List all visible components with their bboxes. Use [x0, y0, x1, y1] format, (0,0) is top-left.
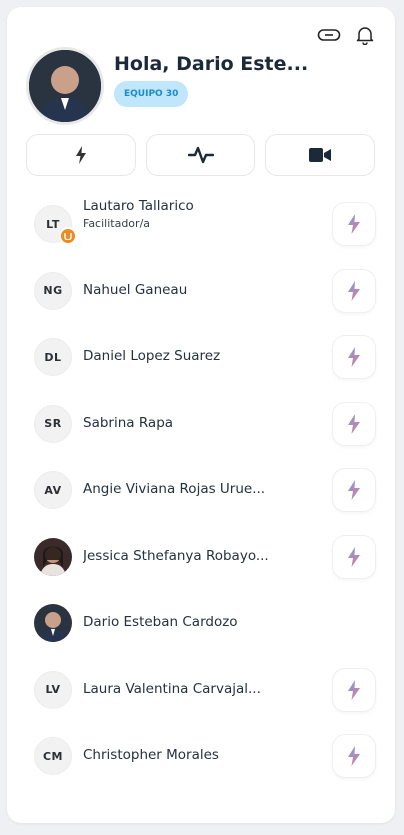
- lightning-icon: [348, 746, 360, 766]
- lightning-icon: [75, 146, 86, 164]
- avatar: [34, 604, 72, 642]
- avatar: AV: [34, 471, 72, 509]
- list-item[interactable]: LV Laura Valentina Carvajal...: [7, 658, 395, 725]
- avatar: [34, 537, 72, 576]
- list-item[interactable]: AV Angie Viviana Rojas Urue...: [7, 458, 395, 525]
- avatar: SR: [34, 404, 72, 443]
- lightning-button[interactable]: [333, 269, 375, 312]
- lightning-button[interactable]: [333, 402, 375, 445]
- facilitator-badge-icon: [59, 227, 77, 245]
- user-avatar[interactable]: [26, 47, 104, 125]
- avatar: DL: [34, 338, 72, 376]
- lightning-button[interactable]: [333, 203, 375, 245]
- lightning-icon: [348, 413, 360, 434]
- lightning-icon: [348, 546, 360, 567]
- lightning-button[interactable]: [333, 535, 375, 578]
- greeting-title: Hola, Dario Este...: [114, 53, 309, 75]
- video-camera-icon: [309, 148, 332, 162]
- lightning-icon: [348, 679, 360, 700]
- list-item[interactable]: DL Daniel Lopez Suarez: [7, 325, 395, 392]
- avatar: NG: [34, 271, 72, 310]
- lightning-icon: [348, 347, 360, 367]
- avatar: CM: [34, 737, 72, 775]
- member-name: Jessica Sthefanya Robayo...: [83, 547, 269, 564]
- list-item[interactable]: LT Lautaro Tallarico Facilitador/a: [7, 192, 395, 259]
- top-actions: [317, 23, 377, 47]
- team-card: Hola, Dario Este... EQUIPO 30 LT Lautaro…: [7, 7, 395, 823]
- member-name: Daniel Lopez Suarez: [83, 348, 221, 364]
- list-item[interactable]: SR Sabrina Rapa: [7, 392, 395, 459]
- bell-icon[interactable]: [353, 23, 377, 47]
- member-name: Sabrina Rapa: [83, 414, 174, 431]
- member-name: Dario Esteban Cardozo: [83, 614, 238, 630]
- action-bar: [26, 134, 376, 176]
- lightning-icon: [348, 214, 360, 234]
- lightning-button[interactable]: [333, 735, 375, 777]
- member-name: Lautaro Tallarico: [83, 198, 194, 214]
- lightning-button[interactable]: [333, 668, 375, 711]
- member-name: Nahuel Ganeau: [83, 281, 188, 298]
- list-item[interactable]: NG Nahuel Ganeau: [7, 259, 395, 326]
- activity-button[interactable]: [145, 134, 256, 176]
- member-list: LT Lautaro Tallarico Facilitador/a NG Na…: [7, 192, 395, 791]
- lightning-button[interactable]: [333, 469, 375, 511]
- member-name: Christopher Morales: [83, 747, 219, 763]
- member-role: Facilitador/a: [83, 217, 151, 230]
- link-icon[interactable]: [317, 23, 341, 47]
- lightning-button[interactable]: [333, 336, 375, 378]
- activity-icon: [187, 146, 214, 164]
- team-badge: EQUIPO 30: [114, 81, 189, 107]
- list-item[interactable]: Jessica Sthefanya Robayo...: [7, 525, 395, 592]
- list-item[interactable]: CM Christopher Morales: [7, 724, 395, 791]
- lightning-button[interactable]: [26, 134, 136, 176]
- list-item[interactable]: Dario Esteban Cardozo: [7, 591, 395, 658]
- member-name: Angie Viviana Rojas Urue...: [83, 481, 266, 497]
- lightning-icon: [348, 480, 360, 500]
- avatar: LV: [34, 670, 72, 709]
- video-button[interactable]: [265, 134, 376, 176]
- member-name: Laura Valentina Carvajal...: [83, 680, 261, 697]
- lightning-icon: [348, 280, 360, 301]
